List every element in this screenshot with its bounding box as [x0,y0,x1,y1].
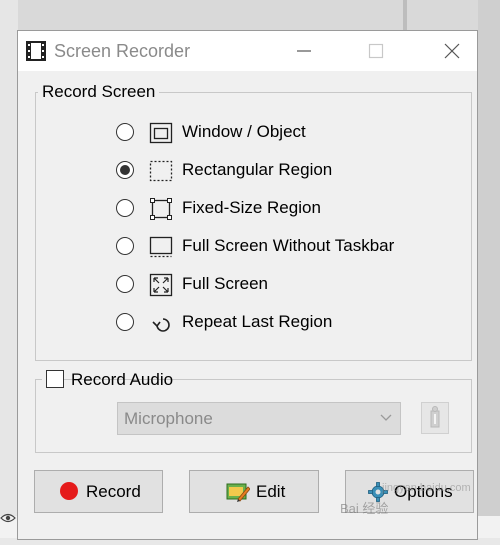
film-strip-icon [26,41,46,61]
microphone-settings-button[interactable] [421,402,449,434]
record-screen-group: Record Screen Window / Object Rectangula… [35,82,472,361]
record-audio-label: Record Audio [71,370,174,389]
record-audio-checkbox[interactable] [46,370,64,388]
edit-film-icon [226,483,250,502]
maximize-icon [368,43,384,59]
window-object-radio[interactable] [116,123,134,141]
rectangular-region-icon [149,160,173,182]
minimize-icon [297,50,311,52]
record-dot-icon [60,482,78,500]
record-button[interactable]: Record [34,470,163,513]
fixed-size-region-radio[interactable] [116,199,134,217]
desktop-left-strip [0,0,18,545]
rectangular-region-label: Rectangular Region [182,160,333,179]
record-button-label: Record [86,482,141,501]
close-icon [444,43,460,59]
watermark-sub: jingyan.baidu.com [382,482,471,494]
full-screen-radio[interactable] [116,275,134,293]
window-title: Screen Recorder [54,41,191,61]
eye-icon [0,513,16,523]
screen-recorder-window: Screen Recorder Record Screen Window / O… [17,30,478,540]
window-object-icon [149,122,173,144]
desktop-right-edge [478,0,500,545]
full-screen-icon [149,273,173,297]
record-screen-legend: Record Screen [38,82,160,102]
full-screen-without-taskbar-icon [149,236,173,258]
window-object-label: Window / Object [182,122,306,141]
repeat-last-region-label: Repeat Last Region [182,312,333,331]
audio-device-value: Microphone [124,409,213,428]
full-screen-label: Full Screen [182,274,268,293]
edit-button-label: Edit [256,482,286,501]
rectangular-region-radio[interactable] [116,161,134,179]
watermark-text: Bai 经验 [340,501,389,516]
edit-button[interactable]: Edit [189,470,319,513]
close-button[interactable] [429,31,475,71]
maximize-button[interactable] [353,31,399,71]
full-screen-without-taskbar-label: Full Screen Without Taskbar [182,236,395,255]
fixed-size-region-icon [150,198,172,220]
chevron-down-icon [380,414,392,421]
audio-device-select[interactable]: Microphone [117,402,401,435]
record-audio-toggle[interactable]: Record Audio [42,368,173,392]
minimize-button[interactable] [281,31,327,71]
watermark: jingyan.baidu.com Bai 经验 [340,470,480,516]
fixed-size-region-label: Fixed-Size Region [182,198,321,217]
full-screen-without-taskbar-radio[interactable] [116,237,134,255]
title-bar[interactable]: Screen Recorder [18,31,477,71]
repeat-last-region-icon [152,318,170,332]
desktop-divider [403,0,407,30]
microphone-icon [430,406,440,428]
repeat-last-region-radio[interactable] [116,313,134,331]
